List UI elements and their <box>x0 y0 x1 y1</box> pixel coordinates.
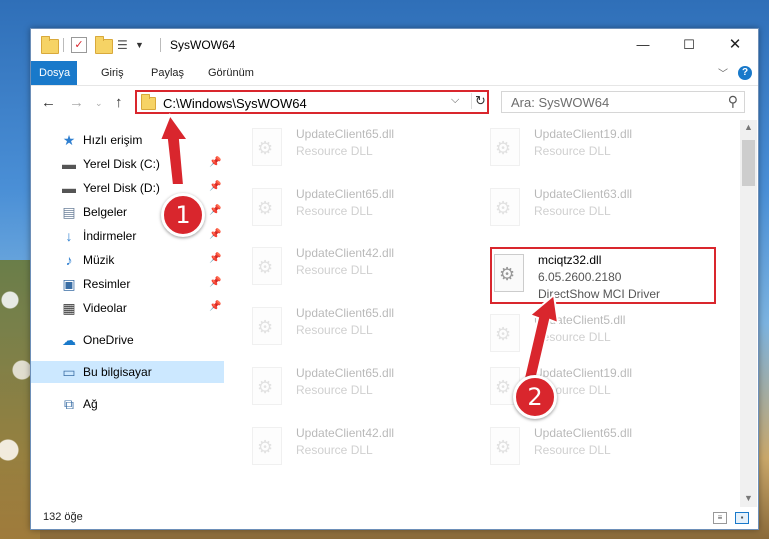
step-2-badge: 2 <box>513 375 557 419</box>
annotation-overlay <box>158 112 560 382</box>
step-1-badge: 1 <box>161 193 205 237</box>
annotation-arrow-2 <box>522 293 560 382</box>
annotation-arrow-1 <box>158 112 190 186</box>
